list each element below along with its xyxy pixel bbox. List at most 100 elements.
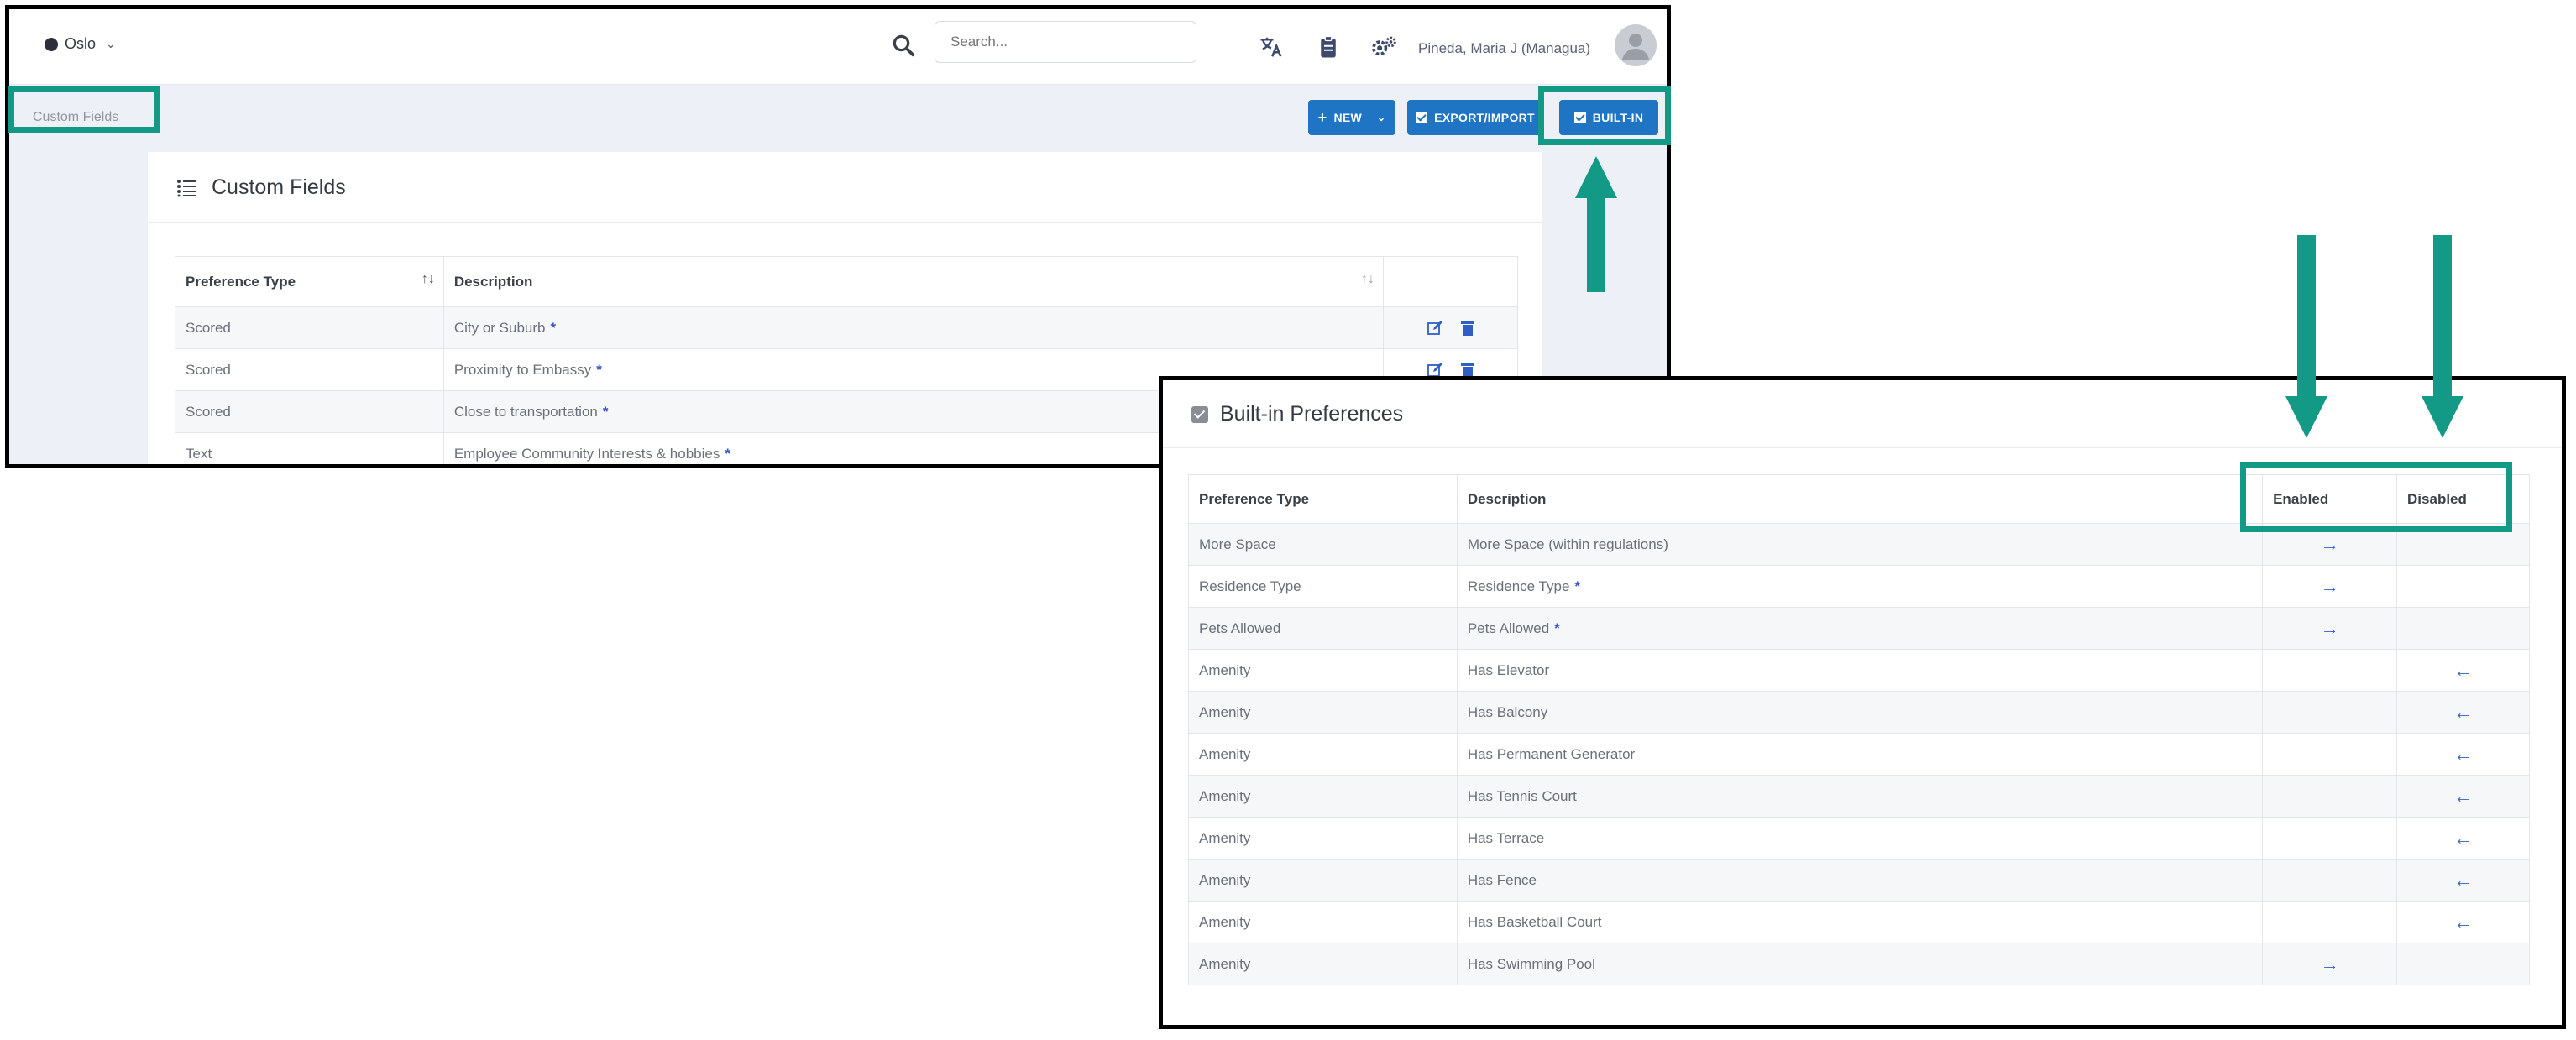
arrow-left-icon[interactable]: ← [2454, 702, 2473, 723]
disabled-cell: ← [2396, 817, 2530, 860]
required-marker: * [725, 445, 730, 462]
edit-icon[interactable] [1427, 320, 1443, 337]
export-import-label: EXPORT/IMPORT [1434, 111, 1535, 124]
trash-icon[interactable] [1460, 320, 1475, 337]
description-text: Has Fence [1467, 871, 1537, 888]
enabled-cell: → [2262, 607, 2398, 650]
arrow-right-icon[interactable]: → [2321, 534, 2339, 555]
divider [1163, 447, 2562, 448]
preference-type-cell: Residence Type [1188, 565, 1458, 608]
description-text: Proximity to Embassy [453, 361, 592, 378]
enabled-cell [2262, 733, 2398, 776]
description-text: Pets Allowed [1467, 619, 1550, 636]
disabled-cell: ← [2396, 733, 2530, 776]
table-row: Amenity Has Elevator ← [1188, 649, 2530, 692]
list-icon [177, 179, 196, 196]
arrow-right-icon[interactable]: → [2321, 618, 2339, 639]
description-cell: More Space (within regulations) [1456, 523, 2264, 566]
disabled-cell: ← [2396, 649, 2530, 692]
built-in-preferences-table: Preference Type Description Enabled Disa… [1188, 474, 2530, 985]
preference-type-cell: Amenity [1188, 649, 1458, 692]
arrow-right-icon[interactable]: → [2321, 954, 2339, 975]
breadcrumb-highlight [8, 86, 160, 133]
translate-icon[interactable] [1259, 34, 1284, 60]
description-cell: Pets Allowed * [1456, 607, 2264, 650]
clipboard-icon[interactable] [1316, 34, 1341, 60]
export-import-button[interactable]: EXPORT/IMPORT [1407, 100, 1543, 135]
preference-type-cell: Scored [175, 348, 444, 391]
disabled-cell: ← [2396, 859, 2530, 902]
table-row: Amenity Has Basketball Court ← [1188, 901, 2530, 943]
actions-cell [1383, 306, 1518, 349]
column-header-preference-type[interactable]: Preference Type ↑↓ [175, 256, 444, 307]
description-cell: Has Balcony [1456, 691, 2264, 734]
new-button[interactable]: + NEW ⌄ [1308, 100, 1395, 135]
disabled-cell [2396, 565, 2530, 608]
enabled-disabled-highlight [2240, 462, 2512, 532]
description-cell: Residence Type * [1456, 565, 2264, 608]
preference-type-cell: Pets Allowed [1188, 607, 1458, 650]
preference-type-cell: Amenity [1188, 817, 1458, 860]
column-header-preference-type[interactable]: Preference Type [1188, 474, 1458, 524]
table-row: Amenity Has Fence ← [1188, 859, 2530, 902]
arrow-left-icon[interactable]: ← [2454, 786, 2473, 807]
search-icon[interactable] [891, 33, 916, 58]
column-header-description[interactable]: Description ↑↓ [442, 256, 1385, 307]
description-cell: Has Permanent Generator [1456, 733, 2264, 776]
description-text: Employee Community Interests & hobbies [453, 445, 720, 462]
description-cell: Has Terrace [1456, 817, 2264, 860]
section-title: Built-in Preferences [1220, 402, 1404, 426]
sort-icon[interactable]: ↑↓ [421, 272, 435, 287]
preference-type-cell: Scored [175, 306, 444, 349]
column-header-description[interactable]: Description [1456, 474, 2264, 524]
chevron-down-icon: ⌄ [1377, 112, 1386, 123]
divider [148, 222, 1542, 223]
description-text: Has Terrace [1467, 829, 1545, 846]
enabled-cell: → [2262, 565, 2398, 608]
preference-type-cell: Amenity [1188, 859, 1458, 902]
preference-type-cell: Amenity [1188, 943, 1458, 985]
preference-type-cell: Amenity [1188, 733, 1458, 776]
table-row: Amenity Has Swimming Pool → [1188, 943, 2530, 985]
preference-type-cell: Text [175, 432, 444, 464]
table-row: Amenity Has Balcony ← [1188, 691, 2530, 734]
arrow-left-icon[interactable]: ← [2454, 660, 2473, 681]
required-marker: * [1554, 619, 1560, 636]
location-selector[interactable]: Oslo ⌄ [45, 35, 116, 53]
description-text: Has Tennis Court [1467, 787, 1577, 804]
built-in-highlight [1538, 86, 1671, 145]
table-body: More Space More Space (within regulations… [1188, 523, 2530, 985]
disabled-cell [2396, 607, 2530, 650]
column-header-actions [1383, 256, 1518, 307]
description-text: Has Elevator [1467, 661, 1550, 678]
checkbox-icon [1416, 112, 1428, 123]
user-name[interactable]: Pineda, Maria J (Managua) [1418, 40, 1590, 57]
settings-gears-icon[interactable] [1369, 34, 1398, 60]
table-row: Pets Allowed Pets Allowed * → [1188, 607, 2530, 650]
description-cell: Has Fence [1456, 859, 2264, 902]
description-cell: Has Basketball Court [1456, 901, 2264, 943]
arrow-left-icon[interactable]: ← [2454, 828, 2473, 849]
arrow-down-icon [2285, 235, 2327, 438]
table-row: Scored City or Suburb * [175, 306, 1518, 349]
description-text: Residence Type [1467, 577, 1570, 594]
checkbox-icon [1191, 405, 1208, 423]
sort-icon[interactable]: ↑↓ [1361, 272, 1374, 287]
arrow-left-icon[interactable]: ← [2454, 744, 2473, 765]
preference-type-cell: Scored [175, 390, 444, 433]
enabled-cell [2262, 817, 2398, 860]
description-text: City or Suburb [453, 319, 546, 336]
arrow-left-icon[interactable]: ← [2454, 870, 2473, 891]
arrow-left-icon[interactable]: ← [2454, 912, 2473, 933]
enabled-cell [2262, 775, 2398, 818]
required-marker: * [596, 361, 602, 378]
plus-icon: + [1317, 108, 1327, 126]
table-row: Amenity Has Permanent Generator ← [1188, 733, 2530, 776]
avatar[interactable] [1615, 24, 1657, 66]
description-text: Has Basketball Court [1467, 913, 1602, 930]
table-row: Amenity Has Terrace ← [1188, 817, 2530, 860]
arrow-right-icon[interactable]: → [2321, 576, 2339, 597]
description-cell: Has Swimming Pool [1456, 943, 2264, 985]
page-title: Custom Fields [212, 175, 346, 199]
search-input[interactable] [935, 21, 1196, 63]
